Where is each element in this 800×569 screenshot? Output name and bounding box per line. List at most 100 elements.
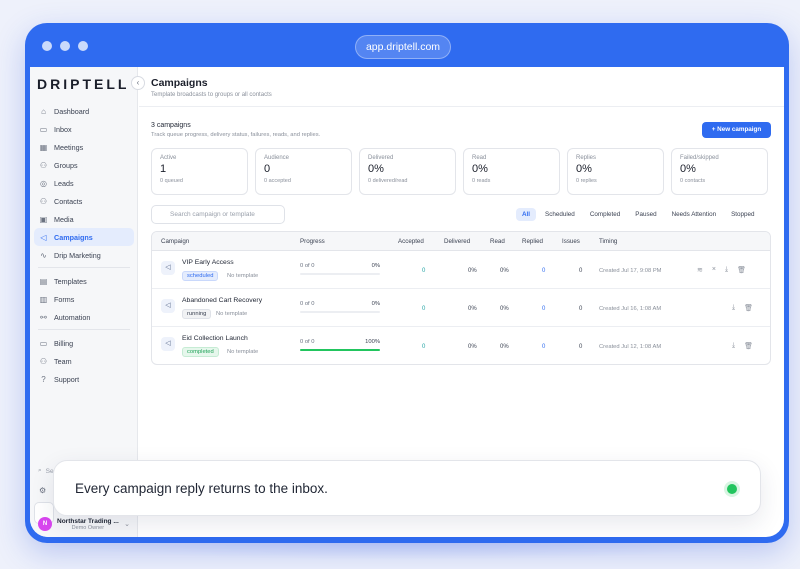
stat-card: Failed/skipped 0% 0 contacts — [671, 148, 768, 195]
timing-text: Created Jul 16, 1:08 AM — [599, 306, 662, 312]
sidebar-item-label: Leads — [54, 178, 74, 188]
megaphone-icon: ◁ — [161, 299, 175, 313]
stat-card: Active 1 0 queued — [151, 148, 248, 195]
sidebar-item-billing[interactable]: ▭ Billing — [34, 334, 134, 352]
sidebar-item-leads[interactable]: ◎ Leads — [34, 174, 134, 192]
filter-all[interactable]: All — [516, 208, 537, 221]
progress-bar — [300, 349, 380, 351]
progress-percent: 0% — [371, 301, 380, 307]
chevron-down-icon: ⌄ — [124, 521, 130, 528]
campaign-name[interactable]: VIP Early Access — [182, 259, 234, 266]
stat-card: Audience 0 0 accepted — [255, 148, 352, 195]
window-dot-icon[interactable] — [42, 41, 52, 51]
filter-needs-attention[interactable]: Needs Attention — [666, 208, 722, 221]
table-row[interactable]: ◁ Abandoned Cart Recovery running No templa… — [152, 289, 770, 327]
users-icon: ⚇ — [39, 160, 48, 170]
stat-card: Delivered 0% 0 delivered/read — [359, 148, 456, 195]
template-label: No template — [227, 273, 259, 279]
stat-value: 0% — [680, 163, 696, 175]
cell-read: 0% — [500, 306, 509, 312]
stat-card: Read 0% 0 reads — [463, 148, 560, 195]
search-input[interactable]: Search campaign or template — [151, 205, 285, 224]
sidebar-item-support[interactable]: ? Support — [34, 370, 134, 388]
user-menu[interactable]: N Northstar Trading ... Demo Owner ⌄ — [34, 513, 134, 535]
url-bar[interactable]: app.driptell.com — [355, 35, 451, 59]
automation-icon: ⚯ — [40, 312, 47, 322]
table-row[interactable]: ◁ VIP Early Access scheduled No template 0 o… — [152, 251, 770, 289]
sidebar-item-meetings[interactable]: ▦ Meetings — [34, 138, 134, 156]
calendar-icon: ▦ — [39, 142, 48, 152]
brand-logo[interactable]: DRIPTELL — [37, 76, 129, 92]
row-actions: ≋ × ⤓ 🗑 — [697, 266, 746, 274]
sidebar-item-label: Media — [54, 214, 74, 224]
cell-issues: 0 — [579, 344, 583, 350]
new-campaign-button[interactable]: + New campaign — [702, 122, 771, 138]
status-badge: running — [182, 309, 212, 319]
stat-value: 1 — [160, 163, 167, 175]
trash-icon[interactable]: 🗑 — [744, 342, 753, 350]
stat-sub: 0 replies — [576, 178, 597, 184]
stat-value: 0 — [264, 163, 271, 175]
trash-icon[interactable]: 🗑 — [744, 304, 753, 312]
sidebar-nav: ⌂ Dashboard ▭ Inbox ▦ Meetings ⚇ Groups ◎ Leads ⚇ C… — [34, 102, 134, 388]
campaign-name[interactable]: Abandoned Cart Recovery — [182, 297, 262, 304]
sidebar-item-team[interactable]: ⚇ Team — [34, 352, 134, 370]
sidebar-item-campaigns[interactable]: ◁ Campaigns — [34, 228, 134, 246]
sidebar-item-automation[interactable]: ⚯ Automation — [34, 308, 134, 326]
stop-icon[interactable]: × — [712, 266, 716, 274]
stat-sub: 0 queued — [160, 178, 183, 184]
filter-stopped[interactable]: Stopped — [725, 208, 760, 221]
download-icon[interactable]: ⤓ — [725, 266, 728, 274]
filter-completed[interactable]: Completed — [584, 208, 626, 221]
chevron-left-icon[interactable]: ‹ — [131, 76, 145, 90]
sidebar-item-forms[interactable]: ▥ Forms — [34, 290, 134, 308]
cell-replied: 0 — [542, 306, 546, 312]
cell-delivered: 0% — [468, 306, 477, 312]
stat-label: Read — [472, 155, 487, 161]
trash-icon[interactable]: 🗑 — [737, 266, 746, 274]
filter-scheduled[interactable]: Scheduled — [539, 208, 581, 221]
sidebar-item-groups[interactable]: ⚇ Groups — [34, 156, 134, 174]
megaphone-icon: ◁ — [40, 232, 47, 242]
table-row[interactable]: ◁ Eid Collection Launch completed No templa… — [152, 327, 770, 364]
cell-issues: 0 — [579, 268, 583, 274]
column-header-read: Read — [490, 238, 505, 245]
status-filters: All Scheduled Completed Paused Needs Attenti… — [516, 208, 764, 221]
avatar: N — [38, 517, 52, 531]
gear-icon[interactable]: ⚙ — [39, 486, 46, 495]
filter-paused[interactable]: Paused — [629, 208, 662, 221]
column-header-accepted: Accepted — [398, 238, 424, 245]
stats-row: Active 1 0 queued Audience 0 0 accepted Delive… — [151, 148, 768, 195]
window-dot-icon[interactable] — [60, 41, 70, 51]
cell-delivered: 0% — [468, 344, 477, 350]
cell-accepted: 0 — [422, 268, 426, 274]
sidebar-item-templates[interactable]: ▤ Templates — [34, 272, 134, 290]
download-icon[interactable]: ⤓ — [732, 304, 735, 312]
sidebar-item-label: Inbox — [54, 124, 72, 134]
sidebar-item-drip-marketing[interactable]: ∿ Drip Marketing — [34, 246, 134, 264]
sidebar-item-label: Contacts — [54, 196, 83, 206]
layers-icon[interactable]: ≋ — [697, 266, 703, 274]
cell-read: 0% — [500, 344, 509, 350]
sidebar-item-inbox[interactable]: ▭ Inbox — [34, 120, 134, 138]
progress-percent: 0% — [371, 263, 380, 269]
sidebar-divider — [38, 329, 130, 330]
page-header: Campaigns Template broadcasts to groups … — [139, 67, 784, 107]
download-icon[interactable]: ⤓ — [732, 342, 735, 350]
window-dot-icon[interactable] — [78, 41, 88, 51]
sidebar-item-label: Automation — [54, 312, 91, 322]
team-icon: ⚇ — [39, 356, 48, 366]
stat-sub: 0 delivered/read — [368, 178, 408, 184]
stat-value: 0% — [472, 163, 488, 175]
sidebar-item-label: Billing — [54, 338, 74, 348]
column-header-campaign: Campaign — [161, 238, 190, 245]
user-role: Demo Owner — [71, 524, 105, 531]
stat-value: 0% — [368, 163, 384, 175]
sidebar-item-media[interactable]: ▣ Media — [34, 210, 134, 228]
stat-value: 0% — [576, 163, 592, 175]
column-header-timing: Timing — [599, 238, 618, 245]
sidebar-item-contacts[interactable]: ⚇ Contacts — [34, 192, 134, 210]
sidebar-item-dashboard[interactable]: ⌂ Dashboard — [34, 102, 134, 120]
status-badge: scheduled — [182, 271, 219, 281]
campaign-name[interactable]: Eid Collection Launch — [182, 335, 248, 342]
